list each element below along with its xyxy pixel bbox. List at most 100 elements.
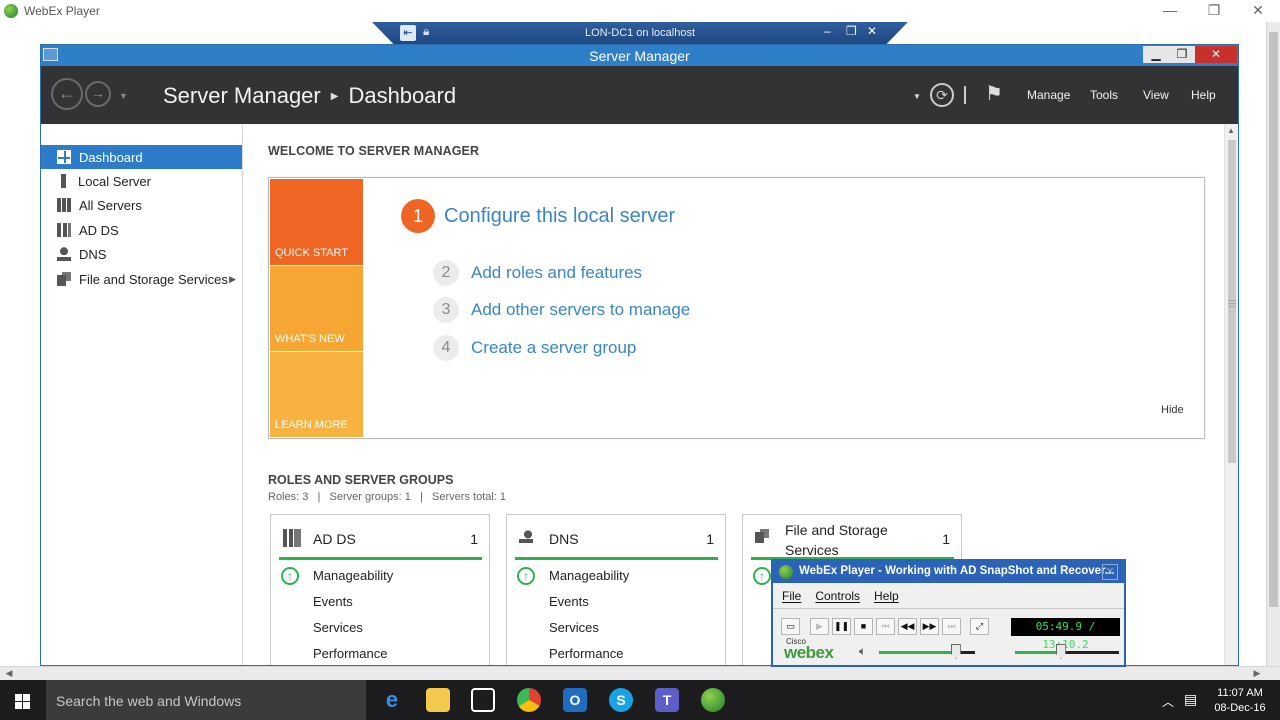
webex-minimize-button[interactable]: — xyxy=(1148,0,1192,22)
player-menu-controls[interactable]: Controls xyxy=(815,589,860,603)
skip-back-icon[interactable]: ⏮ xyxy=(876,618,895,635)
role-card-dns[interactable]: DNS 1 ↑ Manageability Events Services Pe… xyxy=(506,514,726,665)
sidebar-item-file-storage[interactable]: File and Storage Services ▶ xyxy=(41,267,242,291)
step-link[interactable]: Create a server group xyxy=(471,338,636,358)
card-row-manageability[interactable]: Manageability xyxy=(313,568,393,583)
fullscreen-icon[interactable]: ⤢ xyxy=(970,618,989,635)
menu-tools[interactable]: Tools xyxy=(1090,88,1118,102)
sm-close-button[interactable]: ✕ xyxy=(1195,46,1237,63)
volume-knob[interactable] xyxy=(950,644,961,659)
sm-minimize-button[interactable]: ▁ xyxy=(1143,46,1169,63)
stop-icon[interactable]: ■ xyxy=(854,618,873,635)
outlook-icon[interactable]: O xyxy=(563,688,587,712)
card-row-performance[interactable]: Performance xyxy=(549,646,623,661)
sm-maximize-button[interactable]: ❐ xyxy=(1169,46,1195,63)
breadcrumb-current: Dashboard xyxy=(348,83,457,108)
volume-slider[interactable] xyxy=(879,644,975,659)
content-scrollbar[interactable]: ▲ — — — xyxy=(1224,124,1238,665)
step-add-servers[interactable]: 3 Add other servers to manage xyxy=(433,297,690,323)
seek-slider[interactable] xyxy=(1015,644,1119,659)
history-dropdown-icon[interactable]: ▼ xyxy=(119,91,128,101)
menu-help[interactable]: Help xyxy=(1191,88,1216,102)
forward-button[interactable]: → xyxy=(85,81,111,107)
tile-whats-new[interactable]: WHAT'S NEW xyxy=(270,266,363,351)
player-titlebar[interactable]: WebEx Player - Working with AD SnapShot … xyxy=(773,561,1124,583)
pause-icon[interactable]: ❚❚ xyxy=(832,618,851,635)
webex-restore-button[interactable]: ❐ xyxy=(1192,0,1236,22)
step-add-roles[interactable]: 2 Add roles and features xyxy=(433,260,642,286)
card-row-manageability[interactable]: Manageability xyxy=(549,568,629,583)
card-header[interactable]: DNS 1 xyxy=(515,515,718,560)
sidebar-item-dns[interactable]: DNS xyxy=(41,242,242,266)
back-button[interactable]: ← xyxy=(51,78,83,110)
volume-icon[interactable]: 🔈︎ xyxy=(859,644,866,659)
card-title: File and Storage Services xyxy=(785,522,888,558)
skip-forward-icon[interactable]: ⏭ xyxy=(942,618,961,635)
fast-forward-icon[interactable]: ▶▶ xyxy=(920,618,939,635)
remote-scroll-thumb[interactable] xyxy=(1269,32,1278,607)
server-manager-titlebar: Server Manager ▁ ❐ ✕ xyxy=(41,45,1238,66)
card-row-events[interactable]: Events xyxy=(549,594,589,609)
rdp-minimize-button[interactable]: – xyxy=(824,24,831,38)
player-menu-help[interactable]: Help xyxy=(874,589,899,603)
clock-date: 08-Dec-16 xyxy=(1214,702,1266,714)
step-configure-local-server[interactable]: 1 Configure this local server xyxy=(401,199,675,233)
card-row-services[interactable]: Services xyxy=(313,620,363,635)
start-button[interactable] xyxy=(0,680,46,720)
remote-vertical-scrollbar[interactable] xyxy=(1266,22,1280,666)
role-card-ad-ds[interactable]: AD DS 1 ↑ Manageability Events Services … xyxy=(270,514,490,665)
refresh-dropdown-icon[interactable]: ▼ xyxy=(913,92,921,101)
sidebar-item-ad-ds[interactable]: AD DS xyxy=(41,218,242,242)
breadcrumb-root[interactable]: Server Manager xyxy=(163,83,321,109)
notifications-flag-icon[interactable]: ⚑ xyxy=(985,81,1003,106)
rdp-close-button[interactable]: ✕ xyxy=(867,24,877,38)
seek-fill xyxy=(1015,651,1061,654)
rdp-restore-button[interactable]: ❐ xyxy=(846,24,857,38)
player-close-icon[interactable]: ✕ xyxy=(1102,564,1118,580)
menu-manage[interactable]: Manage xyxy=(1027,88,1070,102)
webex-close-button[interactable]: ✕ xyxy=(1236,0,1280,22)
card-row-events[interactable]: Events xyxy=(313,594,353,609)
status-ok-icon: ↑ xyxy=(753,567,771,585)
step-link[interactable]: Configure this local server xyxy=(444,205,675,228)
refresh-icon[interactable]: ⟳ xyxy=(930,83,954,107)
chrome-icon[interactable] xyxy=(517,688,541,712)
card-header[interactable]: File and Storage Services 1 xyxy=(751,515,954,560)
scroll-right-icon[interactable]: ▶ xyxy=(1250,667,1264,680)
webex-taskbar-icon[interactable] xyxy=(701,688,725,712)
step-create-group[interactable]: 4 Create a server group xyxy=(433,335,636,361)
skype-icon[interactable]: S xyxy=(609,688,633,712)
step-link[interactable]: Add other servers to manage xyxy=(471,300,690,320)
teams-icon[interactable]: T xyxy=(655,688,679,712)
chevron-right-icon[interactable]: ▶ xyxy=(229,274,236,285)
show-hidden-icons-icon[interactable]: ︿ xyxy=(1162,693,1174,710)
card-row-performance[interactable]: Performance xyxy=(313,646,387,661)
tile-learn-more[interactable]: LEARN MORE xyxy=(270,352,363,437)
sidebar-item-local-server[interactable]: Local Server xyxy=(41,169,242,193)
card-header[interactable]: AD DS 1 xyxy=(279,515,482,560)
card-row-services[interactable]: Services xyxy=(549,620,599,635)
player-menubar: File Controls Help xyxy=(773,585,1124,607)
scroll-left-icon[interactable]: ◀ xyxy=(2,667,16,680)
taskbar-search[interactable]: Search the web and Windows xyxy=(46,680,366,720)
step-link[interactable]: Add roles and features xyxy=(471,263,642,283)
play-icon[interactable]: ▶ xyxy=(810,618,829,635)
file-explorer-icon[interactable] xyxy=(426,688,450,712)
step-number: 2 xyxy=(433,260,459,286)
notifications-icon[interactable]: ▤ xyxy=(1184,691,1197,708)
menu-view[interactable]: View xyxy=(1143,88,1169,102)
open-file-icon[interactable]: ▭ xyxy=(781,618,800,635)
hide-link[interactable]: Hide xyxy=(1161,404,1184,416)
player-menu-file[interactable]: File xyxy=(782,589,801,603)
seek-knob[interactable] xyxy=(1055,644,1066,659)
taskbar-clock[interactable]: 11:07 AM 08-Dec-16 xyxy=(1206,686,1274,716)
sidebar-item-all-servers[interactable]: All Servers xyxy=(41,193,242,217)
remote-horizontal-scrollbar[interactable]: ◀ ▶ xyxy=(0,666,1280,680)
store-icon[interactable] xyxy=(471,688,495,712)
edge-icon[interactable]: e xyxy=(380,688,404,712)
scroll-up-icon[interactable]: ▲ xyxy=(1227,126,1235,135)
rewind-icon[interactable]: ◀◀ xyxy=(898,618,917,635)
sidebar-item-dashboard[interactable]: Dashboard xyxy=(41,145,242,169)
tile-quick-start[interactable]: QUICK START xyxy=(270,179,363,265)
windows-taskbar: Search the web and Windows e O S T ︿ ▤ 1… xyxy=(0,680,1280,720)
